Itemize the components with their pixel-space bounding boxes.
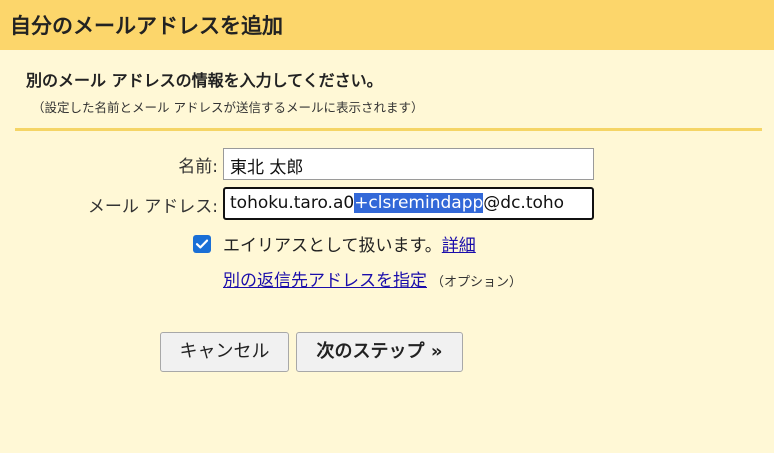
name-input[interactable]: 東北 太郎 xyxy=(223,148,594,180)
reply-to-link[interactable]: 別の返信先アドレスを指定 xyxy=(223,271,427,291)
intro-title: 別のメール アドレスの情報を入力してください。 xyxy=(26,71,383,90)
alias-details-link[interactable]: 詳細 xyxy=(442,236,476,256)
next-step-button[interactable]: 次のステップ » xyxy=(296,332,463,372)
email-input-prefix: tohoku.taro.a0 xyxy=(230,193,355,213)
cancel-button[interactable]: キャンセル xyxy=(160,332,289,372)
email-input-suffix: @dc.toho xyxy=(483,193,565,213)
email-input[interactable]: tohoku.taro.a0+clsremindapp@dc.toho xyxy=(223,187,594,220)
email-label: メール アドレス: xyxy=(87,197,218,217)
alias-checkbox[interactable] xyxy=(193,234,211,253)
name-input-value: 東北 太郎 xyxy=(230,158,304,178)
intro-section: 別のメール アドレスの情報を入力してください。 （設定した名前とメール アドレス… xyxy=(26,67,423,116)
dialog-header: 自分のメールアドレスを追加 xyxy=(0,0,774,50)
alias-row: エイリアスとして扱います。詳細 xyxy=(193,231,476,256)
intro-subtitle: （設定した名前とメール アドレスが送信するメールに表示されます） xyxy=(32,100,424,115)
reply-to-row: 別の返信先アドレスを指定 （オプション） xyxy=(223,266,522,291)
reply-to-optional: （オプション） xyxy=(431,275,523,290)
alias-text: エイリアスとして扱います。 xyxy=(223,236,442,256)
name-label: 名前: xyxy=(178,157,218,177)
dialog-title: 自分のメールアドレスを追加 xyxy=(10,14,283,38)
section-divider xyxy=(15,128,762,131)
email-input-selection: +clsremindapp xyxy=(354,193,484,213)
checkmark-icon xyxy=(195,239,209,248)
